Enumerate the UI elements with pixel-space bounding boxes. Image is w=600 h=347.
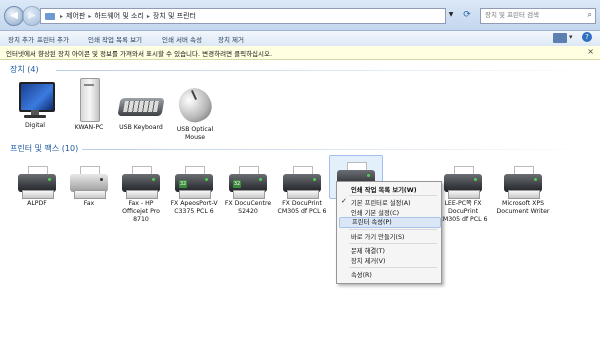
printer-label: FX DocuPrint CM305 df PCL 6 bbox=[277, 200, 327, 215]
chevron-down-icon[interactable]: ▾ bbox=[569, 33, 573, 41]
device-item-monitor[interactable]: Digital bbox=[9, 80, 61, 130]
search-input[interactable] bbox=[481, 9, 581, 21]
printer-icon bbox=[281, 166, 323, 199]
printer-item[interactable]: FX DocuPrint CM305 df PCL 6 bbox=[276, 166, 328, 216]
menu-item-troubleshoot[interactable]: 문제 해결(T) bbox=[351, 246, 385, 255]
add-printer-button[interactable]: 프린터 추가 bbox=[37, 34, 69, 44]
printer-icon bbox=[442, 166, 484, 199]
back-button[interactable]: ◀ bbox=[4, 6, 24, 26]
printer-label: FX ApeosPort-V C3375 PCL 6 bbox=[170, 200, 218, 215]
shared-badge-icon: 32 bbox=[233, 180, 241, 188]
menu-item-remove-device[interactable]: 장치 제거(V) bbox=[351, 256, 385, 265]
address-bar[interactable]: ▸ 제어판 ▸ 하드웨어 및 소리 ▸ 장치 및 프린터 bbox=[40, 8, 446, 24]
context-menu: 인쇄 작업 목록 보기(W) ✓ 기본 프린터로 설정(A) 인쇄 기본 설정(… bbox=[336, 181, 442, 284]
printer-item[interactable]: 32 FX DocuCentre S2420 bbox=[222, 166, 274, 216]
checkmark-icon: ✓ bbox=[341, 197, 347, 205]
fax-icon bbox=[68, 166, 110, 199]
menu-item-see-queue[interactable]: 인쇄 작업 목록 보기(W) bbox=[351, 185, 417, 194]
printer-item[interactable]: Microsoft XPS Document Writer bbox=[493, 166, 553, 216]
monitor-icon bbox=[17, 80, 55, 120]
remove-device-button[interactable]: 장치 제거 bbox=[218, 34, 244, 44]
keyboard-icon bbox=[117, 88, 165, 122]
menu-separator bbox=[349, 195, 437, 196]
device-label: Digital bbox=[24, 122, 46, 129]
printer-label: LEE-PC쪽 FX DocuPrint CM305 df PCL 6 bbox=[438, 200, 488, 223]
menu-item-properties[interactable]: 속성(R) bbox=[351, 270, 372, 279]
device-item-computer[interactable]: KWAN-PC bbox=[63, 78, 115, 132]
printer-label: Fax bbox=[83, 200, 95, 207]
menu-separator bbox=[349, 267, 437, 268]
menu-item-printing-preferences[interactable]: 인쇄 기본 설정(C) bbox=[351, 208, 399, 217]
device-label: USB Optical Mouse bbox=[176, 126, 214, 141]
menu-separator bbox=[349, 243, 437, 244]
control-panel-icon bbox=[45, 12, 55, 20]
add-device-button[interactable]: 장치 추가 bbox=[8, 34, 34, 44]
chevron-down-icon[interactable]: ▼ bbox=[446, 8, 456, 22]
device-label: KWAN-PC bbox=[74, 124, 104, 131]
printer-icon bbox=[120, 166, 162, 199]
breadcrumb-control-panel[interactable]: 제어판 bbox=[66, 11, 85, 21]
devices-section-header[interactable]: 장치 (4) bbox=[10, 64, 39, 75]
printer-item[interactable]: ALPDF bbox=[11, 166, 63, 208]
chevron-right-icon: ▸ bbox=[146, 12, 150, 20]
printer-icon bbox=[502, 166, 544, 199]
printer-icon: 32 bbox=[173, 166, 215, 199]
printer-label: FX DocuCentre S2420 bbox=[224, 200, 272, 215]
device-item-keyboard[interactable]: USB Keyboard bbox=[115, 88, 167, 132]
address-toolbar: ◀ ▶ ▸ 제어판 ▸ 하드웨어 및 소리 ▸ 장치 및 프린터 ▼ ⟳ ⌕ bbox=[0, 0, 600, 31]
printers-section-header[interactable]: 프린터 및 팩스 (10) bbox=[10, 143, 78, 154]
printer-item[interactable]: Fax - HP Officejet Pro 8710 bbox=[115, 166, 167, 224]
printer-item[interactable]: Fax bbox=[63, 166, 115, 208]
info-bar[interactable]: 인터넷에서 향상된 장치 아이콘 및 정보를 가져와서 표시할 수 있습니다. … bbox=[0, 46, 600, 60]
info-bar-text[interactable]: 인터넷에서 향상된 장치 아이콘 및 정보를 가져와서 표시할 수 있습니다. … bbox=[6, 48, 272, 58]
menu-item-set-default[interactable]: 기본 프린터로 설정(A) bbox=[351, 198, 411, 207]
breadcrumb-hardware-sound[interactable]: 하드웨어 및 소리 bbox=[94, 11, 144, 21]
printer-icon: 32 bbox=[227, 166, 269, 199]
printer-item[interactable]: 32 FX ApeosPort-V C3375 PCL 6 bbox=[168, 166, 220, 216]
printer-label: Microsoft XPS Document Writer bbox=[496, 200, 550, 215]
section-divider bbox=[82, 149, 596, 150]
see-print-queue-button[interactable]: 인쇄 작업 목록 보기 bbox=[88, 34, 142, 44]
device-label: USB Keyboard bbox=[119, 124, 163, 131]
printer-label: Fax - HP Officejet Pro 8710 bbox=[122, 200, 160, 223]
view-options-icon[interactable] bbox=[553, 33, 567, 43]
close-icon[interactable]: × bbox=[587, 47, 594, 56]
computer-tower-icon bbox=[74, 78, 104, 122]
printer-icon bbox=[16, 166, 58, 199]
mouse-icon bbox=[173, 82, 217, 128]
search-field[interactable]: ⌕ bbox=[480, 8, 596, 24]
print-server-properties-button[interactable]: 인쇄 서버 속성 bbox=[162, 34, 202, 44]
printer-label: ALPDF bbox=[27, 200, 47, 207]
menu-item-create-shortcut[interactable]: 바로 가기 만들기(S) bbox=[351, 232, 404, 241]
chevron-right-icon: ▸ bbox=[60, 12, 64, 20]
forward-button[interactable]: ▶ bbox=[22, 6, 42, 26]
printer-item[interactable]: LEE-PC쪽 FX DocuPrint CM305 df PCL 6 bbox=[437, 166, 489, 224]
help-icon[interactable]: ? bbox=[582, 32, 592, 42]
breadcrumb-devices-printers[interactable]: 장치 및 프린터 bbox=[153, 11, 196, 21]
section-divider bbox=[56, 70, 596, 71]
chevron-right-icon: ▸ bbox=[88, 12, 92, 20]
shared-badge-icon: 32 bbox=[179, 180, 187, 188]
menu-item-printer-properties[interactable]: 프린터 속성(P) bbox=[339, 217, 441, 228]
search-icon[interactable]: ⌕ bbox=[588, 10, 592, 20]
refresh-icon[interactable]: ⟳ bbox=[458, 8, 476, 22]
menu-separator bbox=[349, 229, 437, 230]
device-item-mouse[interactable]: USB Optical Mouse bbox=[169, 82, 221, 142]
command-bar: 장치 추가 프린터 추가 인쇄 작업 목록 보기 인쇄 서버 속성 장치 제거 … bbox=[0, 31, 600, 47]
